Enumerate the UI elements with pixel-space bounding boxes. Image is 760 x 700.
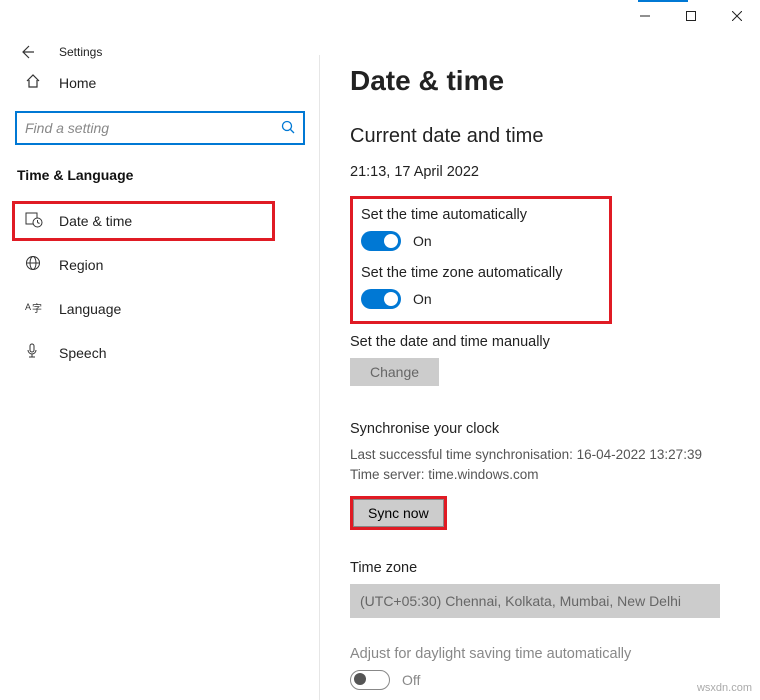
auto-time-state: On [413,233,432,249]
search-icon [281,120,295,137]
close-button[interactable] [714,0,760,32]
timezone-heading: Time zone [350,560,730,576]
watermark: wsxdn.com [697,682,752,694]
titlebar [0,0,760,32]
sync-heading: Synchronise your clock [350,421,730,437]
sidebar-item-region[interactable]: Region [15,245,305,285]
sidebar-item-speech[interactable]: Speech [15,333,305,373]
auto-tz-state: On [413,291,432,307]
dst-label: Adjust for daylight saving time automati… [350,646,730,662]
sidebar: Home Time & Language Date & time Region … [0,55,320,700]
dst-toggle [350,670,390,690]
auto-time-toggle[interactable] [361,231,401,251]
sync-info: Last successful time synchronisation: 16… [350,445,730,486]
auto-tz-toggle-row: On [361,289,597,309]
auto-time-label: Set the time automatically [361,207,597,223]
sidebar-item-label: Language [59,301,121,317]
divider [319,55,320,700]
microphone-icon [25,343,43,363]
content-area: Date & time Current date and time 21:13,… [320,55,760,700]
current-datetime-heading: Current date and time [350,125,730,148]
minimize-button[interactable] [622,0,668,32]
svg-text:A: A [25,302,31,312]
sync-server: Time server: time.windows.com [350,465,730,485]
sidebar-item-language[interactable]: A字 Language [15,289,305,329]
dst-toggle-row: Off [350,670,730,690]
highlighted-auto-settings: Set the time automatically On Set the ti… [350,196,612,324]
main-area: Home Time & Language Date & time Region … [0,55,760,700]
sync-button-highlight: Sync now [350,496,447,530]
clock-calendar-icon [25,210,43,232]
sidebar-item-label: Region [59,257,103,273]
maximize-button[interactable] [668,0,714,32]
auto-time-toggle-row: On [361,231,597,251]
search-box[interactable] [15,111,305,145]
sidebar-item-label: Date & time [59,213,132,229]
change-button: Change [350,358,439,386]
timezone-select: (UTC+05:30) Chennai, Kolkata, Mumbai, Ne… [350,584,720,618]
sync-now-button[interactable]: Sync now [353,499,444,527]
category-title: Time & Language [15,167,305,183]
manual-datetime-label: Set the date and time manually [350,334,730,350]
page-title: Date & time [350,65,730,97]
home-icon [25,73,43,93]
sync-last: Last successful time synchronisation: 16… [350,445,730,465]
sidebar-item-date-time[interactable]: Date & time [12,201,275,241]
globe-icon [25,255,43,275]
current-datetime-value: 21:13, 17 April 2022 [350,164,730,180]
dst-state: Off [402,672,420,688]
search-input[interactable] [25,120,281,136]
home-label: Home [59,75,96,91]
sidebar-item-label: Speech [59,345,106,361]
timezone-value: (UTC+05:30) Chennai, Kolkata, Mumbai, Ne… [360,593,681,609]
language-icon: A字 [25,299,43,319]
auto-tz-toggle[interactable] [361,289,401,309]
home-nav[interactable]: Home [15,65,305,101]
accent-strip [638,0,688,2]
svg-text:字: 字 [32,302,42,315]
auto-tz-label: Set the time zone automatically [361,265,597,281]
